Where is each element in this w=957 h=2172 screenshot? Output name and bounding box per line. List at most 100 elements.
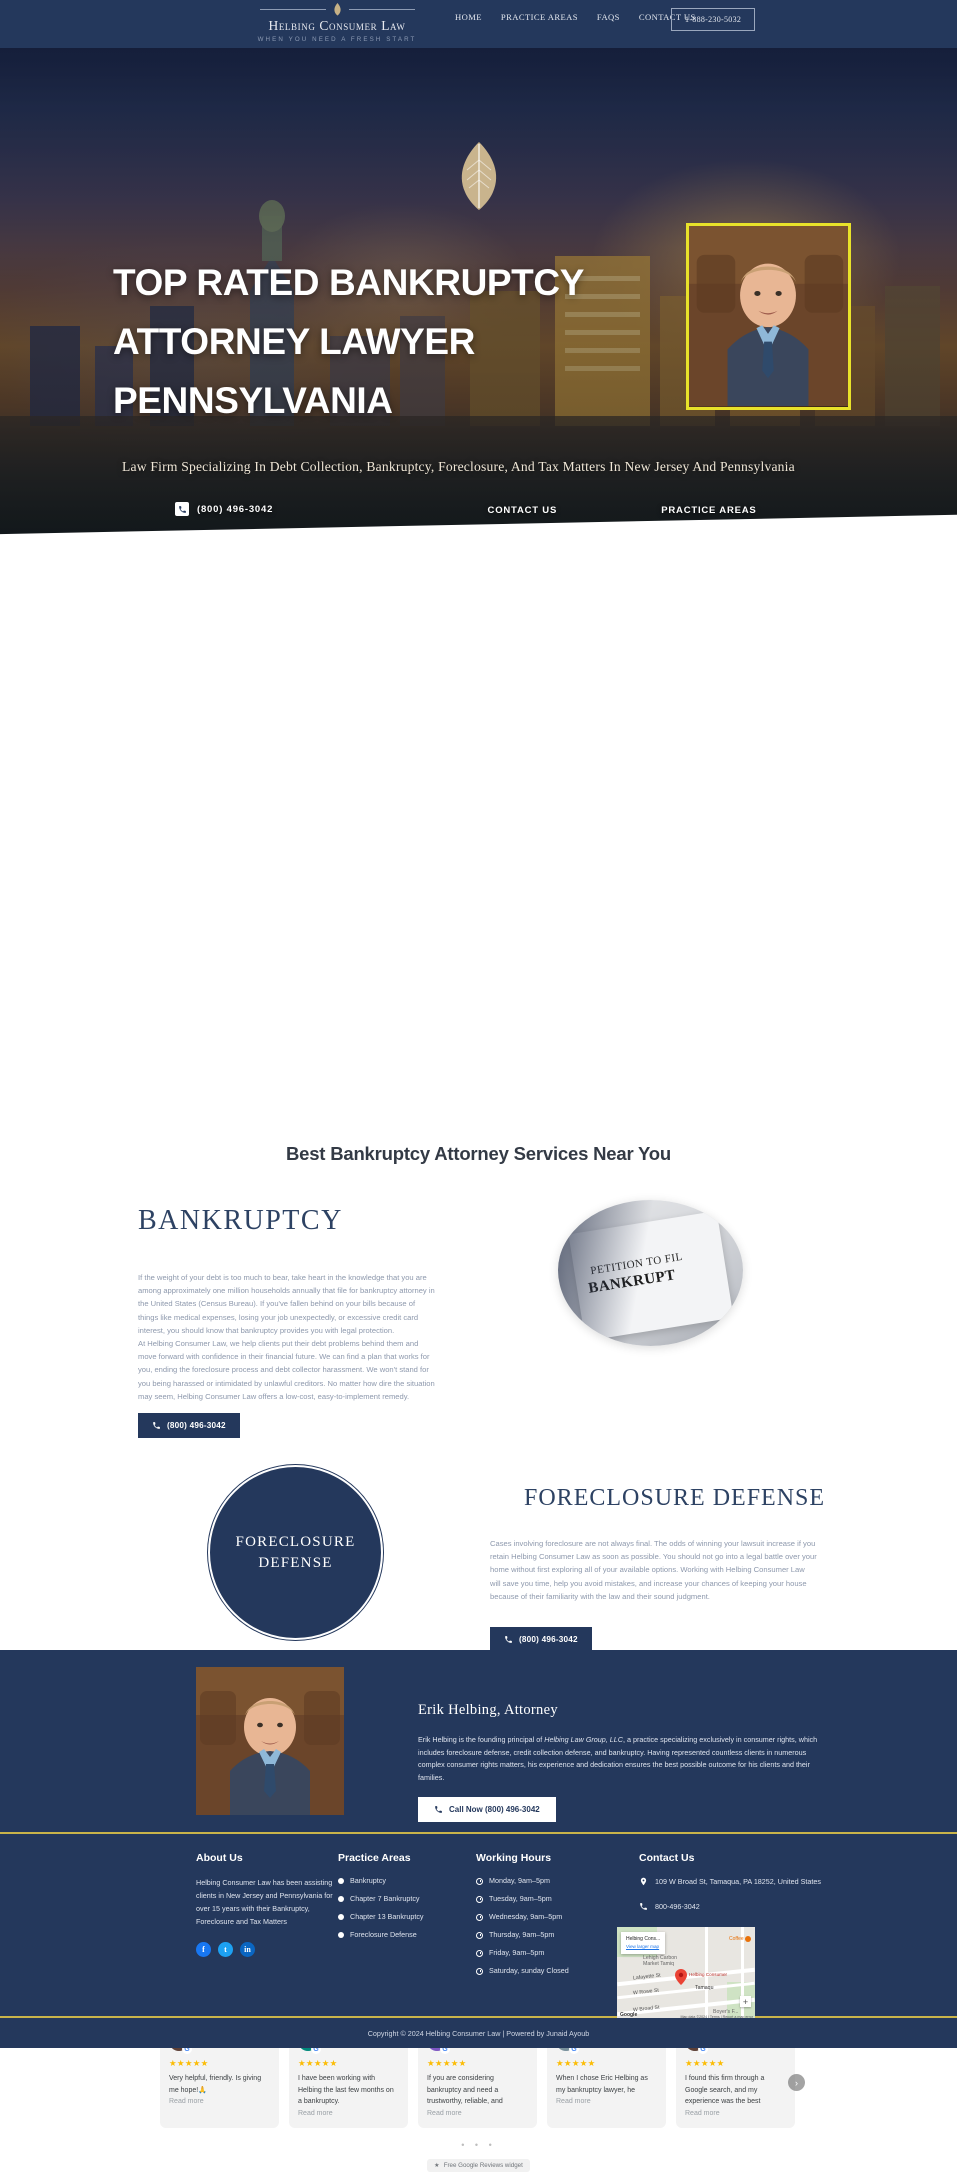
attorney-call-now-button[interactable]: Call Now (800) 496-3042 <box>418 1797 556 1822</box>
footer-map[interactable]: Helbing Cons... View larger map Coffee H… <box>617 1927 755 2020</box>
map-info-card[interactable]: Helbing Cons... View larger map <box>621 1932 666 1954</box>
map-view-larger-link[interactable]: View larger map <box>626 1943 660 1951</box>
top-navigation-bar: Helbing Consumer Law WHEN YOU NEED A FRE… <box>0 0 957 48</box>
clock-icon <box>476 1931 483 1939</box>
review-text: I found this firm through a Google searc… <box>685 2075 765 2105</box>
read-more-link[interactable]: Read more <box>685 2110 786 2117</box>
hero-practice-cta[interactable]: PRACTICE AREAS <box>623 500 795 518</box>
footer-working-hours-column: Working Hours Monday, 9am–5pm Tuesday, 9… <box>476 1852 639 1984</box>
nav-item-practice-areas[interactable]: PRACTICE AREAS <box>501 12 578 22</box>
attorney-name: Erik Helbing, Attorney <box>418 1702 558 1718</box>
footer-practice-item-label: Foreclosure Defense <box>350 1930 417 1939</box>
footer-practice-item-label: Chapter 7 Bankruptcy <box>350 1894 420 1903</box>
attorney-firm-name: Helbing Law Group, LLC <box>544 1735 623 1744</box>
brand-name: Helbing Consumer Law <box>268 18 406 33</box>
foreclosure-circle-line-2: DEFENSE <box>258 1554 333 1571</box>
hero-cta-row: (800) 496-3042 CONTACT US PRACTICE AREAS <box>175 500 795 518</box>
footer-hours-item: Saturday, sunday Closed <box>476 1966 639 1975</box>
read-more-link[interactable]: Read more <box>556 2098 657 2105</box>
logo-divider <box>222 3 452 16</box>
reviews-widget-footer: ★ Free Google Reviews widget <box>160 2158 797 2172</box>
read-more-link[interactable]: Read more <box>427 2110 528 2117</box>
footer-practice-item[interactable]: Chapter 13 Bankruptcy <box>338 1912 476 1921</box>
hero-title-line-3: PENNSYLVANIA <box>113 380 393 421</box>
facebook-icon[interactable]: f <box>196 1942 211 1957</box>
hero-practice-label: PRACTICE AREAS <box>661 505 757 516</box>
services-section-title: Best Bankruptcy Attorney Services Near Y… <box>285 1143 672 1164</box>
foreclosure-phone-label: (800) 496-3042 <box>519 1635 578 1644</box>
footer-practice-item[interactable]: Bankruptcy <box>338 1876 476 1885</box>
attorney-call-now-label: Call Now (800) 496-3042 <box>449 1805 540 1814</box>
nav-item-faqs[interactable]: FAQS <box>597 12 620 22</box>
map-market-label: Lehigh Carbon Market Tamiq <box>643 1955 678 1967</box>
footer-practice-item-label: Chapter 13 Bankruptcy <box>350 1912 424 1921</box>
review-text: When I chose Eric Helbing as my bankrupt… <box>556 2075 648 2094</box>
copyright-text: Copyright © 2024 Helbing Consumer Law | … <box>367 2028 590 2038</box>
carousel-next-icon[interactable]: › <box>788 2074 805 2091</box>
bankruptcy-heading: BANKRUPTCY <box>138 1205 343 1236</box>
footer-practice-item[interactable]: Chapter 7 Bankruptcy <box>338 1894 476 1903</box>
footer-hours-item: Monday, 9am–5pm <box>476 1876 639 1885</box>
review-stars: ★★★★★ <box>685 2058 725 2068</box>
attorney-photo <box>196 1667 344 1815</box>
hero-contact-cta[interactable]: CONTACT US <box>422 500 623 518</box>
bankruptcy-phone-button[interactable]: (800) 496-3042 <box>138 1413 240 1438</box>
map-zoom-in-button[interactable]: + <box>740 1996 751 2007</box>
footer-practice-item[interactable]: Foreclosure Defense <box>338 1930 476 1939</box>
phone-icon <box>153 1422 160 1429</box>
coffee-pin-icon <box>744 1936 751 1942</box>
foreclosure-heading: FORECLOSURE DEFENSE <box>524 1485 826 1511</box>
footer-columns: About Us Helbing Consumer Law has been a… <box>196 1852 861 1984</box>
bankruptcy-phone-label: (800) 496-3042 <box>167 1421 226 1430</box>
clock-icon <box>476 1913 483 1921</box>
footer-phone-row[interactable]: 800-496-3042 <box>639 1901 849 1914</box>
site-footer: About Us Helbing Consumer Law has been a… <box>0 1832 957 2020</box>
map-coffee-poi: Coffee <box>729 1936 751 1942</box>
hero-contact-label: CONTACT US <box>487 505 558 516</box>
logo-rule-right <box>348 9 415 10</box>
foreclosure-paragraph: Cases involving foreclosure are not alwa… <box>490 1539 817 1601</box>
bullet-icon <box>338 1932 344 1938</box>
clock-icon <box>476 1967 483 1975</box>
review-stars: ★★★★★ <box>298 2058 338 2068</box>
nav-item-home[interactable]: HOME <box>455 12 482 22</box>
read-more-link[interactable]: Read more <box>298 2110 399 2117</box>
copyright-bar: Copyright © 2024 Helbing Consumer Law | … <box>0 2018 957 2048</box>
bankruptcy-petition-image: PETITION TO FIL BANKRUPT <box>558 1200 743 1346</box>
review-text: I have been working with Helbing the las… <box>298 2075 394 2105</box>
logo-rule-left <box>259 9 326 10</box>
footer-hours-label: Friday, 9am–5pm <box>489 1948 545 1957</box>
twitter-icon[interactable]: t <box>218 1942 233 1957</box>
foreclosure-phone-button[interactable]: (800) 496-3042 <box>490 1627 592 1652</box>
footer-hours-item: Tuesday, 9am–5pm <box>476 1894 639 1903</box>
phone-icon <box>175 502 189 516</box>
widget-credit-pill[interactable]: ★ Free Google Reviews widget <box>427 2158 530 2172</box>
location-pin-icon <box>640 1877 647 1886</box>
foreclosure-circle-line-1: FORECLOSURE <box>235 1533 356 1550</box>
bullet-icon <box>338 1896 344 1902</box>
services-section: Best Bankruptcy Attorney Services Near Y… <box>0 545 957 2172</box>
phone-icon <box>505 1636 512 1643</box>
clock-icon <box>476 1877 483 1885</box>
footer-hours-label: Saturday, sunday Closed <box>489 1966 569 1975</box>
footer-social-links: f t in <box>196 1942 338 1957</box>
linkedin-icon[interactable]: in <box>240 1942 255 1957</box>
site-logo[interactable]: Helbing Consumer Law WHEN YOU NEED A FRE… <box>222 3 452 43</box>
footer-about-text: Helbing Consumer Law has been assisting … <box>196 1878 333 1926</box>
footer-hours-item: Wednesday, 9am–5pm <box>476 1912 639 1921</box>
read-more-link[interactable]: Read more <box>169 2098 270 2105</box>
nav-phone-button[interactable]: 1-888-230-5032 <box>671 8 756 31</box>
clock-icon <box>476 1895 483 1903</box>
carousel-dots[interactable]: • • • <box>160 2140 797 2150</box>
attorney-bio-part-1: Erik Helbing is the founding principal o… <box>418 1735 545 1744</box>
hero-phone-cta[interactable]: (800) 496-3042 <box>175 502 422 516</box>
hero-phone-label: (800) 496-3042 <box>197 503 274 515</box>
widget-credit-icon: ★ <box>434 2161 440 2169</box>
foreclosure-circle-graphic: FORECLOSURE DEFENSE <box>208 1465 383 1640</box>
footer-hours-label: Wednesday, 9am–5pm <box>489 1912 563 1921</box>
footer-practice-areas-column: Practice Areas Bankruptcy Chapter 7 Bank… <box>338 1852 476 1984</box>
footer-hours-heading: Working Hours <box>476 1852 552 1864</box>
hero-subtitle: Law Firm Specializing In Debt Collection… <box>122 459 795 474</box>
bullet-icon <box>338 1914 344 1920</box>
hero-title-line-1: TOP RATED BANKRUPTCY <box>113 262 584 303</box>
